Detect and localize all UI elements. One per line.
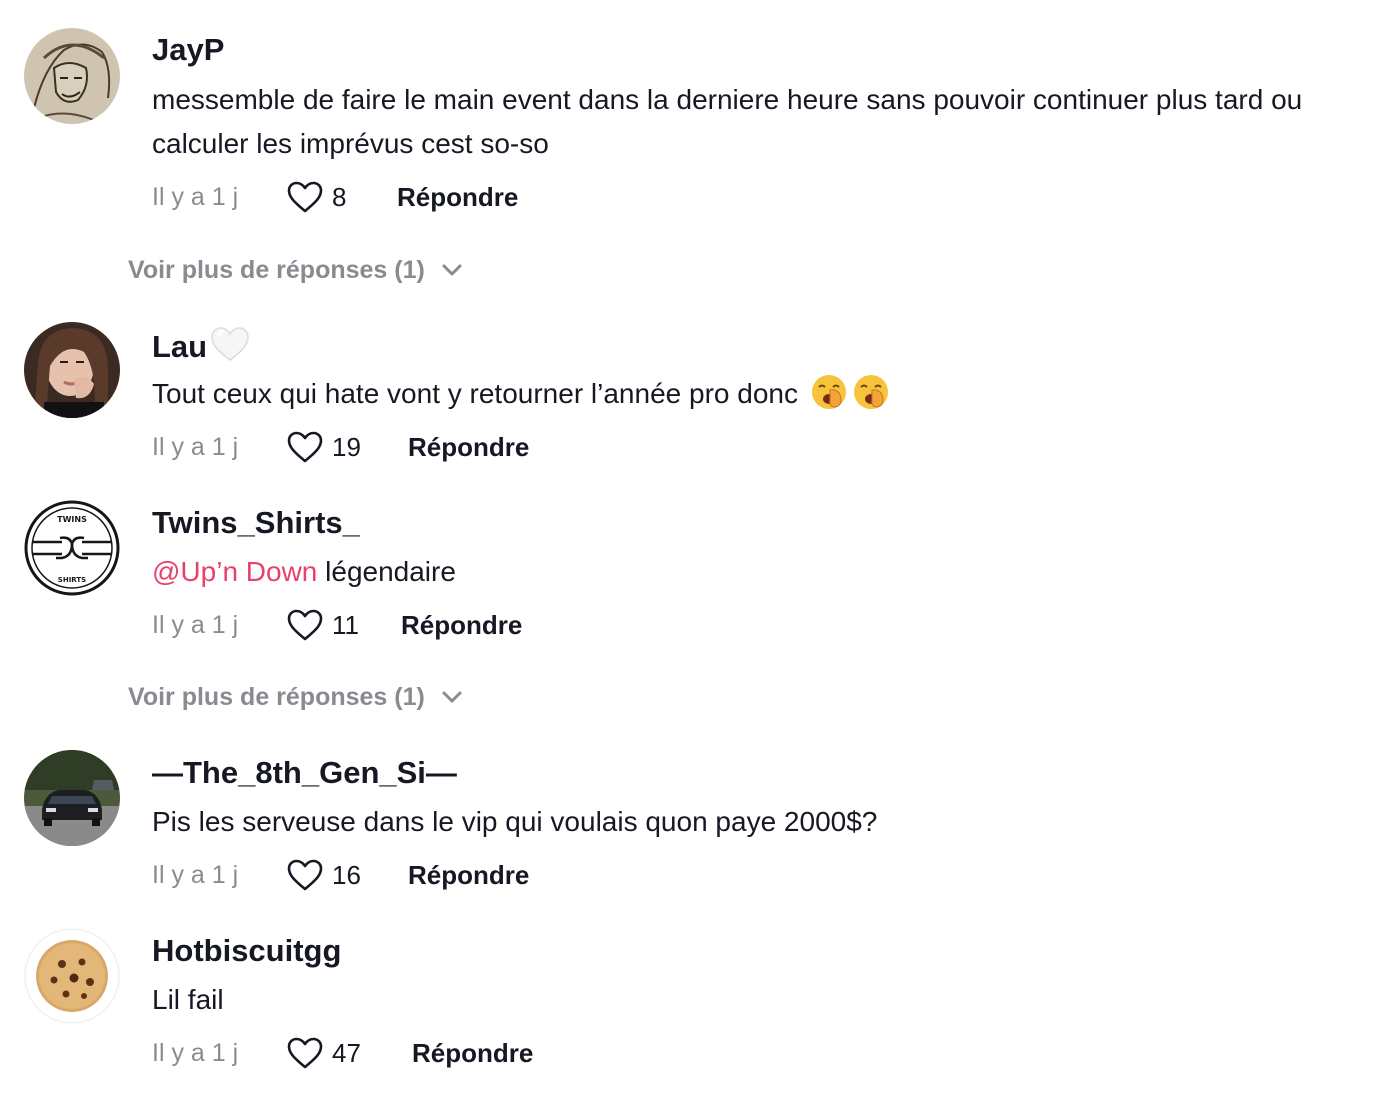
timestamp: Il y a 1 j <box>152 432 239 461</box>
like-count: 19 <box>332 431 361 462</box>
like-button[interactable]: 16 <box>286 858 408 892</box>
comment-text: messemble de faire le main event dans la… <box>152 84 1303 159</box>
comment-meta: Il y a 1 j 8 Répondre <box>152 177 518 217</box>
comment-meta: Il y a 1 j 11 Répondre <box>152 605 522 645</box>
logo-text-bottom: SHIRTS <box>58 576 86 584</box>
twins-shirts-logo-icon: TWINS SHIRTS <box>24 500 120 596</box>
yawning-face-icon <box>811 375 846 409</box>
heart-outline-icon <box>287 1037 323 1069</box>
view-more-replies-button[interactable]: Voir plus de réponses (1) <box>128 677 463 717</box>
heart-outline-icon <box>287 609 323 641</box>
sketch-portrait-avatar-icon <box>24 28 120 124</box>
like-count: 47 <box>332 1037 361 1068</box>
username[interactable]: Lau <box>152 325 251 367</box>
like-button[interactable]: 47 <box>286 1036 412 1070</box>
comment-text-body: Tout ceux qui hate vont y retourner l’an… <box>152 378 798 409</box>
comment-meta: Il y a 1 j 16 Répondre <box>152 855 529 895</box>
comment-meta: Il y a 1 j 47 Répondre <box>152 1033 533 1073</box>
avatar[interactable] <box>24 928 120 1024</box>
timestamp: Il y a 1 j <box>152 860 239 889</box>
logo-text-top: TWINS <box>57 515 87 524</box>
comment-text: Tout ceux qui hate vont y retourner l’an… <box>152 372 1362 416</box>
timestamp: Il y a 1 j <box>152 610 239 639</box>
username-text: Lau <box>152 329 208 364</box>
like-button[interactable]: 8 <box>286 180 397 214</box>
comment-text: Lil fail <box>152 984 224 1015</box>
like-button[interactable]: 11 <box>286 608 401 642</box>
yawning-face-icon <box>853 375 888 409</box>
username[interactable]: —The_8th_Gen_Si— <box>152 753 457 793</box>
avatar[interactable] <box>24 28 120 124</box>
username[interactable]: Twins_Shirts_ <box>152 503 360 543</box>
comment-text-body: légendaire <box>317 556 456 587</box>
username[interactable]: Hotbiscuitgg <box>152 931 341 971</box>
reply-button[interactable]: Répondre <box>408 860 529 891</box>
avatar[interactable] <box>24 750 120 846</box>
timestamp: Il y a 1 j <box>152 182 239 211</box>
heart-outline-icon <box>287 181 323 213</box>
chevron-down-icon <box>442 264 462 276</box>
avatar[interactable] <box>24 322 120 418</box>
car-photo-avatar-icon <box>24 750 120 846</box>
comment-meta: Il y a 1 j 19 Répondre <box>152 427 529 467</box>
view-more-replies-button[interactable]: Voir plus de réponses (1) <box>128 250 463 290</box>
reply-button[interactable]: Répondre <box>401 610 522 641</box>
reply-button[interactable]: Répondre <box>412 1038 533 1069</box>
avatar[interactable]: TWINS SHIRTS <box>24 500 120 596</box>
heart-outline-icon <box>287 859 323 891</box>
reply-button[interactable]: Répondre <box>408 432 529 463</box>
view-more-replies-label: Voir plus de réponses (1) <box>128 255 425 284</box>
woman-portrait-avatar-icon <box>24 322 120 418</box>
like-count: 8 <box>332 181 347 212</box>
mention-link[interactable]: @Up’n Down <box>152 556 317 587</box>
comment-text: Pis les serveuse dans le vip qui voulais… <box>152 806 878 837</box>
white-heart-icon <box>211 327 249 361</box>
cookie-avatar-icon <box>24 928 120 1024</box>
timestamp: Il y a 1 j <box>152 1038 239 1067</box>
heart-outline-icon <box>287 431 323 463</box>
view-more-replies-label: Voir plus de réponses (1) <box>128 682 425 711</box>
reply-button[interactable]: Répondre <box>397 182 518 213</box>
like-button[interactable]: 19 <box>286 430 408 464</box>
chevron-down-icon <box>442 691 462 703</box>
username[interactable]: JayP <box>152 30 224 70</box>
like-count: 16 <box>332 859 361 890</box>
comment-text: @Up’n Down légendaire <box>152 550 1362 594</box>
like-count: 11 <box>332 609 359 640</box>
